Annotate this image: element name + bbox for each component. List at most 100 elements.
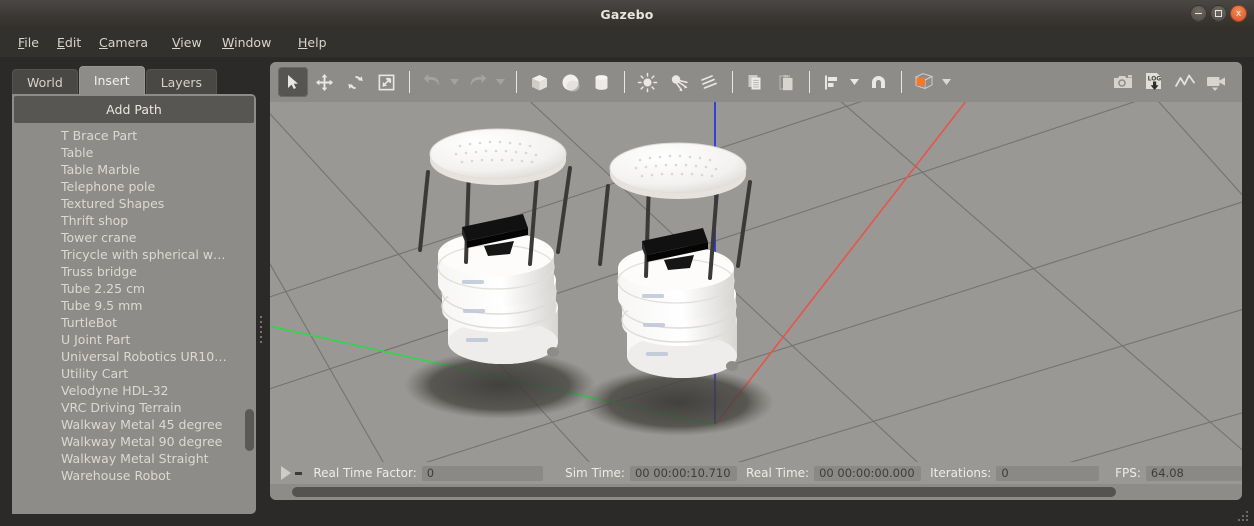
horizontal-scrollbar-thumb[interactable] [292, 487, 1116, 497]
insert-sphere-button[interactable] [555, 67, 585, 97]
redo-dropdown-arrow[interactable] [494, 67, 507, 97]
camera-icon [1113, 75, 1132, 88]
menu-camera[interactable]: Camera [93, 29, 154, 57]
tab-insert[interactable]: Insert [78, 66, 145, 94]
menu-view[interactable]: View [166, 29, 208, 57]
pause-button[interactable] [292, 465, 306, 481]
list-item[interactable]: Tube 2.25 cm [14, 280, 254, 297]
window-controls: x [1190, 5, 1247, 22]
magnet-icon [871, 75, 885, 88]
record-video-button[interactable] [1201, 67, 1231, 97]
menu-bar: File Edit Camera View Window Help [0, 29, 1254, 57]
rotate-mode-button[interactable] [340, 67, 370, 97]
list-item[interactable]: Universal Robotics UR10… [14, 348, 254, 365]
copy-icon [748, 74, 760, 89]
spot-light-icon [671, 74, 688, 91]
list-item[interactable]: U Joint Part [14, 331, 254, 348]
point-light-button[interactable] [632, 67, 662, 97]
menu-file[interactable]: File [12, 29, 45, 57]
list-item[interactable]: Thrift shop [14, 212, 254, 229]
select-mode-button[interactable] [278, 67, 308, 97]
plot-button[interactable] [1170, 67, 1200, 97]
list-item[interactable]: Warehouse Robot [14, 467, 254, 484]
iterations-label: Iterations: [930, 466, 992, 480]
save-log-button[interactable]: LOG [1139, 67, 1169, 97]
maximize-icon [1215, 10, 1222, 17]
panel-splitter-handle[interactable] [258, 307, 264, 351]
scrollbar-thumb[interactable] [245, 409, 254, 451]
rotate-icon [347, 75, 363, 89]
insert-box-button[interactable] [524, 67, 554, 97]
list-item[interactable]: Tube 9.5 mm [14, 297, 254, 314]
close-button[interactable]: x [1230, 5, 1247, 22]
tab-world[interactable]: World [12, 69, 78, 94]
list-item[interactable]: Utility Cart [14, 365, 254, 382]
window-title: Gazebo [600, 7, 654, 22]
menu-edit[interactable]: Edit [51, 29, 87, 57]
align-button[interactable] [817, 67, 847, 97]
translate-mode-button[interactable] [309, 67, 339, 97]
window-resize-grip[interactable] [1238, 511, 1250, 523]
directional-light-icon [700, 74, 717, 89]
list-item[interactable]: VRC Driving Terrain [14, 399, 254, 416]
paste-button[interactable] [771, 67, 801, 97]
play-icon [281, 466, 292, 480]
view-mode-dropdown-arrow[interactable] [940, 67, 953, 97]
snap-button[interactable] [863, 67, 893, 97]
scale-mode-button[interactable] [371, 67, 401, 97]
list-item[interactable]: TurtleBot [14, 314, 254, 331]
gazebo-window: Gazebo x File Edit Camera View Window He… [0, 0, 1254, 526]
menu-help[interactable]: Help [292, 29, 333, 57]
list-item[interactable]: Tricycle with spherical w… [14, 246, 254, 263]
real-time-label: Real Time: [746, 466, 810, 480]
minimize-button[interactable] [1190, 5, 1207, 22]
toolbar-separator [624, 71, 625, 93]
maximize-button[interactable] [1210, 5, 1227, 22]
list-item[interactable]: Velodyne HDL-32 [14, 382, 254, 399]
cylinder-icon [595, 74, 607, 90]
fps-label: FPS: [1115, 466, 1141, 480]
redo-arrow-icon [470, 74, 487, 86]
list-item[interactable]: Textured Shapes [14, 195, 254, 212]
list-item[interactable]: Table Marble [14, 161, 254, 178]
screenshot-button[interactable] [1108, 67, 1138, 97]
toolbar-separator [732, 71, 733, 93]
3d-viewport[interactable] [270, 102, 1242, 462]
orange-cube-icon [914, 72, 934, 90]
model-list[interactable]: T Brace Part Table Table Marble Telephon… [14, 127, 254, 512]
list-item[interactable]: Walkway Metal Straight [14, 450, 254, 467]
undo-button[interactable] [417, 67, 447, 97]
chevron-down-icon [850, 79, 859, 85]
scale-icon [378, 74, 394, 90]
model-list-scrollbar[interactable] [245, 127, 254, 512]
svg-text:LOG: LOG [1148, 75, 1162, 82]
list-item[interactable]: Walkway Metal 45 degree [14, 416, 254, 433]
insert-cylinder-button[interactable] [586, 67, 616, 97]
menu-window[interactable]: Window [216, 29, 277, 57]
directional-light-button[interactable] [694, 67, 724, 97]
list-item[interactable]: Tower crane [14, 229, 254, 246]
tab-layers[interactable]: Layers [145, 69, 218, 94]
copy-button[interactable] [740, 67, 770, 97]
list-item[interactable]: Truss bridge [14, 263, 254, 280]
horizontal-scrollbar[interactable] [270, 484, 1242, 500]
render-panel: LOG Real Time Factor: 0 Sim Time: 00 00:… [270, 62, 1242, 500]
video-camera-icon [1206, 77, 1225, 91]
minimize-icon [1195, 12, 1202, 15]
view-mode-button[interactable] [909, 67, 939, 97]
align-dropdown-arrow[interactable] [848, 67, 861, 97]
cursor-arrow-icon [288, 75, 298, 89]
sim-time-value: 00 00:00:10.710 [629, 465, 737, 481]
redo-button[interactable] [463, 67, 493, 97]
list-item[interactable]: Walkway Metal 90 degree [14, 433, 254, 450]
chevron-down-icon [942, 79, 951, 85]
title-bar: Gazebo x [0, 0, 1254, 30]
add-path-button[interactable]: Add Path [14, 96, 254, 123]
real-time-value: 00 00:00:00.000 [814, 465, 922, 481]
list-item[interactable]: Table [14, 144, 254, 161]
list-item[interactable]: T Brace Part [14, 127, 254, 144]
play-button[interactable] [280, 465, 292, 481]
list-item[interactable]: Telephone pole [14, 178, 254, 195]
undo-dropdown-arrow[interactable] [448, 67, 461, 97]
spot-light-button[interactable] [663, 67, 693, 97]
